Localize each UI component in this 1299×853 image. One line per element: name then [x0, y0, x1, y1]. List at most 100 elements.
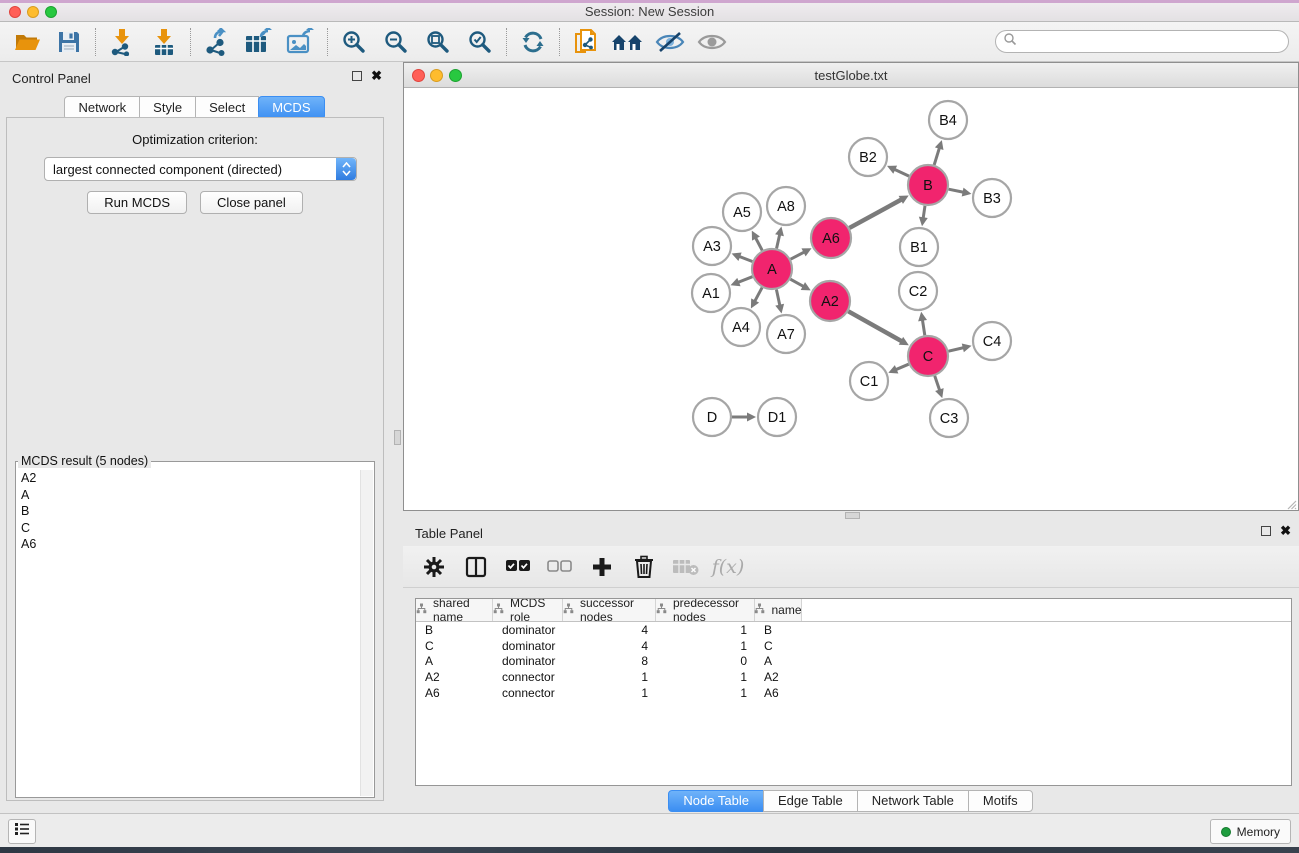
graph-node-A2[interactable]: A2	[810, 281, 850, 321]
mcds-result-item[interactable]: A	[17, 487, 359, 504]
tab-node-table[interactable]: Node Table	[668, 790, 764, 812]
edge-arrowhead-icon	[919, 217, 928, 227]
hide-graphics-details-button[interactable]	[649, 25, 691, 59]
horizontal-splitter-handle[interactable]	[845, 512, 860, 519]
close-panel-icon[interactable]: ✖	[371, 71, 382, 81]
graph-node-C3[interactable]: C3	[930, 399, 968, 437]
criterion-dropdown[interactable]: largest connected component (directed)	[44, 157, 357, 181]
import-network-button[interactable]	[101, 25, 143, 59]
window-resize-grip[interactable]	[1285, 497, 1297, 509]
add-row-button[interactable]	[585, 551, 619, 583]
graph-edge-A-A8[interactable]	[777, 234, 780, 248]
graph-node-A4[interactable]: A4	[722, 308, 760, 346]
column-header-shared-name[interactable]: shared name	[416, 599, 493, 621]
graph-node-A5[interactable]: A5	[723, 193, 761, 231]
delete-row-button[interactable]	[627, 551, 661, 583]
save-session-button[interactable]	[48, 25, 90, 59]
graph-node-A8[interactable]: A8	[767, 187, 805, 225]
zoom-fit-button[interactable]	[417, 25, 459, 59]
column-header-name[interactable]: name	[755, 599, 802, 621]
column-header-mcds-role[interactable]: MCDS role	[493, 599, 563, 621]
float-panel-icon[interactable]	[352, 71, 362, 81]
graph-node-C1[interactable]: C1	[850, 362, 888, 400]
show-overview-button[interactable]	[607, 25, 649, 59]
search-input[interactable]	[1017, 33, 1288, 51]
graph-node-A6[interactable]: A6	[811, 218, 851, 258]
run-mcds-button[interactable]: Run MCDS	[87, 191, 187, 214]
network-canvas[interactable]: A A1 A2 A3 A4 A5 A6 A7 A8 B B1 B2 B3 B4 C C1 C2 C3 C4 D D1	[405, 88, 1297, 509]
mcds-result-item[interactable]: C	[17, 520, 359, 537]
settings-button[interactable]	[417, 551, 451, 583]
tab-motifs[interactable]: Motifs	[968, 790, 1033, 812]
graph-node-B[interactable]: B	[908, 165, 948, 205]
duplicate-network-button[interactable]	[565, 25, 607, 59]
graph-edge-A6-B[interactable]	[849, 199, 901, 228]
column-header-successor-nodes[interactable]: successor nodes	[563, 599, 656, 621]
task-history-button[interactable]	[8, 819, 36, 844]
columns-button[interactable]	[459, 551, 493, 583]
graph-edge-C-C4[interactable]	[948, 348, 963, 352]
deselect-all-button[interactable]	[543, 551, 577, 583]
graph-edge-A-A4[interactable]	[755, 288, 762, 302]
graph-node-A7[interactable]: A7	[767, 315, 805, 353]
graph-node-B1[interactable]: B1	[900, 228, 938, 266]
graph-edge-A-A2[interactable]	[790, 279, 803, 286]
open-session-button[interactable]	[6, 25, 48, 59]
graph-node-C4[interactable]: C4	[973, 322, 1011, 360]
graph-node-C2[interactable]: C2	[899, 272, 937, 310]
delete-table-button[interactable]	[669, 551, 703, 583]
mcds-result-scrollbar[interactable]	[360, 470, 373, 796]
export-image-button[interactable]	[280, 25, 322, 59]
graph-edge-A-A5[interactable]	[756, 238, 763, 251]
graph-node-B3[interactable]: B3	[973, 179, 1011, 217]
graph-node-A[interactable]: A	[752, 249, 792, 289]
mcds-result-item[interactable]: B	[17, 503, 359, 520]
graph-node-A1[interactable]: A1	[692, 274, 730, 312]
graph-edge-B-B3[interactable]	[949, 189, 964, 192]
graph-edge-C-C3[interactable]	[935, 376, 940, 391]
float-table-panel-icon[interactable]	[1261, 526, 1271, 536]
graph-edge-C-C2[interactable]	[922, 320, 924, 336]
graph-node-B4[interactable]: B4	[929, 101, 967, 139]
graph-edge-B-B2[interactable]	[894, 169, 909, 176]
close-table-panel-icon[interactable]: ✖	[1280, 526, 1291, 536]
refresh-layout-button[interactable]	[512, 25, 554, 59]
column-header-predecessor-nodes[interactable]: predecessor nodes	[656, 599, 755, 621]
graph-edge-B-B1[interactable]	[923, 206, 925, 219]
show-graphics-details-button[interactable]	[691, 25, 733, 59]
graph-edge-A-A7[interactable]	[776, 290, 779, 306]
vertical-splitter-handle[interactable]	[394, 430, 401, 445]
zoom-out-button[interactable]	[375, 25, 417, 59]
graph-edge-B-B4[interactable]	[934, 148, 939, 165]
graph-node-A3[interactable]: A3	[693, 227, 731, 265]
tab-edge-table[interactable]: Edge Table	[763, 790, 858, 812]
graph-edge-C-C1[interactable]	[896, 364, 909, 369]
graph-edge-A-A6[interactable]	[791, 252, 805, 259]
search-field[interactable]	[995, 30, 1289, 53]
graph-node-B2[interactable]: B2	[849, 138, 887, 176]
graph-node-D[interactable]: D	[693, 398, 731, 436]
mcds-result-item[interactable]: A6	[17, 536, 359, 553]
export-network-button[interactable]	[196, 25, 238, 59]
table-row[interactable]: Bdominator41B	[416, 622, 1291, 638]
graph-edge-A-A1[interactable]	[738, 277, 752, 283]
table-row[interactable]: Adominator80A	[416, 654, 1291, 670]
mcds-result-item[interactable]: A2	[17, 470, 359, 487]
graph-node-C[interactable]: C	[908, 336, 948, 376]
graph-edge-A2-C[interactable]	[848, 311, 902, 341]
table-row[interactable]: A2connector11A2	[416, 669, 1291, 685]
close-panel-button[interactable]: Close panel	[200, 191, 303, 214]
import-table-button[interactable]	[143, 25, 185, 59]
tab-network-table[interactable]: Network Table	[857, 790, 969, 812]
graph-node-D1[interactable]: D1	[758, 398, 796, 436]
function-builder-button[interactable]: f(x)	[711, 551, 745, 583]
export-table-button[interactable]	[238, 25, 280, 59]
table-row[interactable]: A6connector11A6	[416, 685, 1291, 701]
zoom-selected-button[interactable]	[459, 25, 501, 59]
graph-edge-A-A3[interactable]	[739, 256, 752, 261]
zoom-in-button[interactable]	[333, 25, 375, 59]
memory-button[interactable]: Memory	[1210, 819, 1291, 844]
svg-text:C3: C3	[940, 411, 959, 427]
table-row[interactable]: Cdominator41C	[416, 638, 1291, 654]
select-all-button[interactable]	[501, 551, 535, 583]
